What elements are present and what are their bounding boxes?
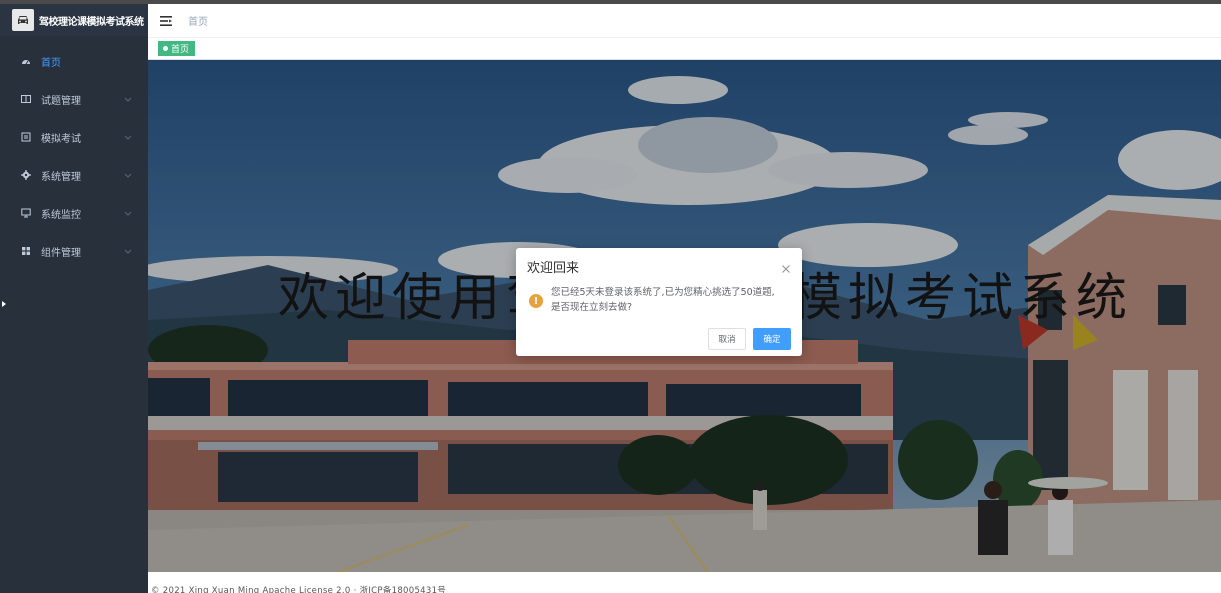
warning-icon: ! xyxy=(529,294,543,308)
dialog-message-line: 是否现在立刻去做? xyxy=(551,302,633,313)
sidebar-resize-handle[interactable] xyxy=(2,301,6,307)
sidebar: 驾校理论课模拟考试系统 首页 试题管理 模拟考试 系统管理 系统监控 组件管理 xyxy=(0,4,148,593)
grid-icon xyxy=(21,246,31,256)
breadcrumb: 首页 xyxy=(188,17,208,28)
chevron-down-icon xyxy=(124,247,132,255)
footer-copyright: © 2021 Xing Xuan Ming Apache License 2.0… xyxy=(151,586,447,593)
dashboard-icon xyxy=(21,56,31,66)
sidebar-item-mock-exam[interactable]: 模拟考试 xyxy=(0,118,148,156)
chevron-down-icon xyxy=(124,209,132,217)
sidebar-item-monitor[interactable]: 系统监控 xyxy=(0,194,148,232)
footer: © 2021 Xing Xuan Ming Apache License 2.0… xyxy=(148,572,1221,593)
sidebar-item-home[interactable]: 首页 xyxy=(0,42,148,80)
dialog-message: 您已经5天未登录该系统了,已为您精心挑选了50道题, 是否现在立刻去做? xyxy=(551,285,791,315)
sidebar-item-label: 试题管理 xyxy=(41,95,81,107)
tag-label: 首页 xyxy=(171,45,190,55)
tags-view: 首页 xyxy=(148,38,1221,60)
confirm-button[interactable]: 确定 xyxy=(753,328,791,350)
tag-home[interactable]: 首页 xyxy=(158,41,196,56)
sidebar-item-label: 模拟考试 xyxy=(41,133,81,145)
close-icon[interactable] xyxy=(781,259,791,273)
chevron-down-icon xyxy=(124,95,132,103)
chevron-down-icon xyxy=(124,171,132,179)
car-logo-icon xyxy=(12,9,34,31)
cancel-button[interactable]: 取消 xyxy=(708,328,746,350)
hamburger-icon[interactable] xyxy=(160,15,172,26)
sidebar-item-questions[interactable]: 试题管理 xyxy=(0,80,148,118)
sidebar-item-system[interactable]: 系统管理 xyxy=(0,156,148,194)
dialog-message-line: 您已经5天未登录该系统了,已为您精心挑选了50道题, xyxy=(551,287,775,298)
sidebar-item-label: 首页 xyxy=(41,57,61,69)
book-icon xyxy=(21,94,31,104)
sidebar-logo[interactable]: 驾校理论课模拟考试系统 xyxy=(0,4,148,36)
sidebar-item-label: 组件管理 xyxy=(41,247,81,259)
exam-icon xyxy=(21,132,31,142)
monitor-icon xyxy=(21,208,31,218)
sidebar-item-components[interactable]: 组件管理 xyxy=(0,232,148,270)
welcome-back-dialog: 欢迎回来 ! 您已经5天未登录该系统了,已为您精心挑选了50道题, 是否现在立刻… xyxy=(516,248,802,356)
dialog-title: 欢迎回来 xyxy=(527,261,580,276)
navbar: 首页 xyxy=(148,4,1221,38)
active-dot-icon xyxy=(163,46,168,51)
sidebar-item-label: 系统管理 xyxy=(41,171,81,183)
chevron-down-icon xyxy=(124,133,132,141)
gear-icon xyxy=(21,170,31,180)
app-title: 驾校理论课模拟考试系统 xyxy=(39,16,144,28)
sidebar-item-label: 系统监控 xyxy=(41,209,81,221)
